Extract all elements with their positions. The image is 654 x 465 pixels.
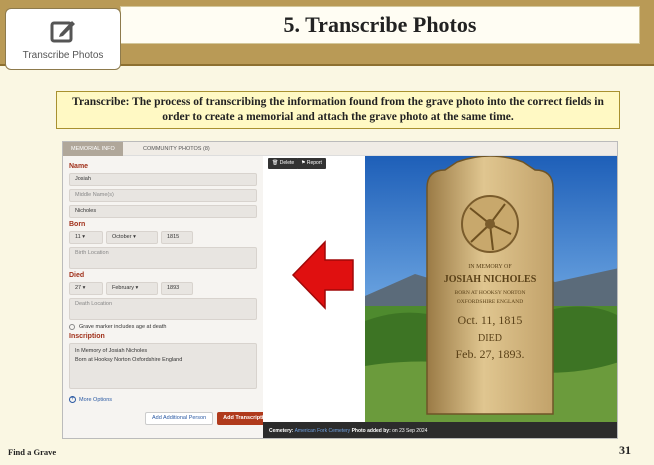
headstone-line-6: DIED bbox=[478, 333, 502, 344]
chevron-down-icon: ▾ bbox=[82, 285, 86, 291]
last-name-field[interactable]: Nicholes bbox=[69, 205, 257, 218]
transcribe-photos-logo: Transcribe Photos bbox=[5, 8, 121, 70]
died-day-value: 27 bbox=[75, 285, 82, 291]
delete-label: Delete bbox=[279, 160, 295, 166]
headstone-line-5: Oct. 11, 1815 bbox=[458, 313, 523, 327]
cemetery-link[interactable]: American Fork Cemetery bbox=[295, 428, 351, 434]
embedded-screenshot: MEMORIAL INFO COMMUNITY PHOTOS (8) Name … bbox=[62, 141, 618, 439]
first-name-field[interactable]: Josiah bbox=[69, 173, 257, 186]
report-label: Report bbox=[306, 160, 322, 166]
title-box: 5. Transcribe Photos bbox=[120, 6, 640, 44]
footer-source: Find a Grave bbox=[8, 447, 57, 457]
headstone-line-7: Feb. 27, 1893. bbox=[456, 347, 525, 361]
died-year-field[interactable]: 1893 bbox=[161, 282, 193, 295]
added-by-label: Photo added by: bbox=[351, 428, 391, 434]
born-date-row: 11 ▾ October ▾ 1815 bbox=[69, 231, 257, 244]
born-day-value: 11 bbox=[75, 234, 81, 240]
headstone-line-3: BORN AT HOOKSY NORTON bbox=[455, 290, 526, 296]
headstone-line-4: OXFORDSHIRE ENGLAND bbox=[457, 299, 523, 305]
slide-title: 5. Transcribe Photos bbox=[283, 12, 477, 37]
died-month-value: February bbox=[112, 285, 135, 291]
grave-photo: IN MEMORY OF JOSIAH NICHOLES BORN AT HOO… bbox=[365, 156, 617, 422]
died-label: Died bbox=[69, 272, 85, 279]
trash-icon: 🗑 bbox=[272, 160, 280, 166]
inscription-textarea[interactable]: In Memory of Josiah Nicholes Born at Hoo… bbox=[69, 343, 257, 389]
form-buttons: Add Additional Person Add Transcription bbox=[145, 412, 277, 425]
death-location-field[interactable]: Death Location bbox=[69, 298, 257, 320]
page-number: 31 bbox=[619, 443, 631, 457]
plus-circle-icon: + bbox=[69, 396, 76, 403]
inscription-label: Inscription bbox=[69, 333, 105, 340]
transcribe-icon bbox=[50, 21, 75, 43]
name-label: Name bbox=[69, 163, 89, 170]
headstone-line-2: JOSIAH NICHOLES bbox=[444, 274, 537, 285]
photo-date: on 23 Sep 2024 bbox=[392, 428, 428, 434]
tab-community-photos[interactable]: COMMUNITY PHOTOS (8) bbox=[135, 142, 218, 156]
red-arrow-icon bbox=[291, 240, 354, 310]
chevron-down-icon: ▾ bbox=[82, 234, 86, 240]
age-at-death-checkbox[interactable]: Grave marker includes age at death bbox=[69, 324, 257, 330]
tab-bar: MEMORIAL INFO COMMUNITY PHOTOS (8) bbox=[63, 142, 617, 156]
headstone-line-1: IN MEMORY OF bbox=[468, 264, 512, 270]
slide: 5. Transcribe Photos Transcribe Photos T… bbox=[0, 0, 654, 465]
transcription-form: Name Josiah Middle Name(s) Nicholes Born… bbox=[63, 156, 263, 438]
tab-memorial-info[interactable]: MEMORIAL INFO bbox=[63, 142, 123, 156]
definition-text: Transcribe: The process of transcribing … bbox=[72, 96, 604, 123]
middle-name-field[interactable]: Middle Name(s) bbox=[69, 189, 257, 202]
chevron-down-icon: ▾ bbox=[135, 285, 139, 291]
more-options-link[interactable]: + More Options bbox=[69, 396, 257, 403]
born-label: Born bbox=[69, 221, 86, 228]
delete-button[interactable]: 🗑 Delete bbox=[268, 158, 299, 169]
birth-location-field[interactable]: Birth Location bbox=[69, 247, 257, 269]
died-day-select[interactable]: 27 ▾ bbox=[69, 282, 103, 295]
born-month-select[interactable]: October ▾ bbox=[106, 231, 158, 244]
more-options-label: More Options bbox=[79, 396, 113, 403]
photo-toolbar-area: 🗑 Delete ⚑ Report bbox=[263, 156, 365, 438]
logo-label: Transcribe Photos bbox=[22, 50, 104, 61]
born-day-select[interactable]: 11 ▾ bbox=[69, 231, 103, 244]
add-additional-person-button[interactable]: Add Additional Person bbox=[145, 412, 214, 425]
checkbox-label: Grave marker includes age at death bbox=[79, 324, 167, 330]
died-date-row: 27 ▾ February ▾ 1893 bbox=[69, 282, 257, 295]
checkbox-circle[interactable] bbox=[69, 324, 75, 330]
born-month-value: October bbox=[112, 234, 132, 240]
definition-box: Transcribe: The process of transcribing … bbox=[56, 91, 620, 129]
died-month-select[interactable]: February ▾ bbox=[106, 282, 158, 295]
born-year-field[interactable]: 1815 bbox=[161, 231, 193, 244]
report-button[interactable]: ⚑ Report bbox=[297, 158, 326, 169]
photo-caption-bar: Cemetery: American Fork Cemetery Photo a… bbox=[263, 422, 617, 438]
chevron-down-icon: ▾ bbox=[133, 234, 136, 240]
cemetery-label: Cemetery: bbox=[269, 428, 294, 434]
